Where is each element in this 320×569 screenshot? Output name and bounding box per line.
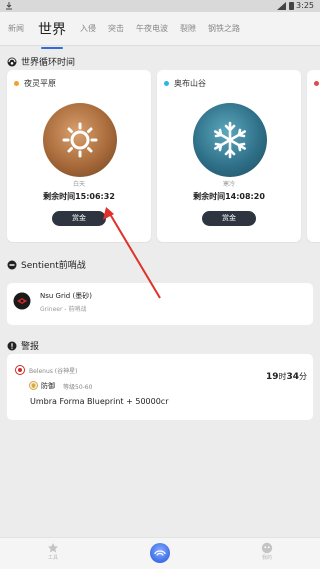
cycle-remaining-time: 剩余时间15:06:32 — [43, 192, 115, 201]
alert-icon — [7, 341, 17, 350]
download-icon — [6, 2, 12, 10]
sentient-title: Sentient前哨战 — [21, 261, 86, 271]
sun-icon — [62, 122, 98, 158]
tab-news[interactable]: 新闻 — [2, 23, 30, 34]
alert-level: 等级50-60 — [63, 384, 93, 391]
nav-tools-label: 工具 — [47, 555, 58, 561]
status-dot — [314, 81, 319, 86]
status-dot — [14, 81, 19, 86]
alerts-header: 警报 — [0, 339, 46, 352]
bounty-button[interactable]: 赏金 — [52, 211, 106, 226]
faction-icon — [15, 365, 25, 375]
sentient-outpost-card[interactable]: Nsu Grid (墨砂) Grineer - 前哨战 — [7, 283, 313, 325]
tab-nightwave[interactable]: 午夜电波 — [130, 23, 174, 34]
battery-icon — [289, 2, 294, 10]
world-cycle-title: 世界循环时间 — [21, 58, 76, 68]
sentient-faction: Grineer - 前哨战 — [40, 306, 87, 313]
grineer-icon — [13, 292, 31, 310]
tab-steel-path[interactable]: 钢铁之路 — [202, 23, 246, 34]
status-dot — [164, 81, 169, 86]
sentient-header: Sentient前哨战 — [0, 258, 93, 271]
status-bar: 3:25 — [0, 0, 320, 12]
sentient-icon — [7, 260, 17, 269]
status-time: 3:25 — [296, 1, 314, 10]
profile-icon — [261, 542, 273, 554]
cycle-card-vallis: 奥布山谷 寒冷 剩余时间14:08:20 赏金 — [157, 70, 301, 242]
alert-hours: 19 — [265, 372, 279, 382]
star-icon — [48, 543, 58, 553]
nav-profile-label: 我的 — [261, 555, 272, 561]
cycle-remaining-time: 剩余时间14:08:20 — [193, 192, 265, 201]
alerts-title: 警报 — [21, 342, 40, 352]
alert-minutes-unit: 分 — [299, 372, 307, 381]
alert-location: Belenus (谷神星) — [29, 368, 78, 375]
cycle-location: 夜灵平原 — [24, 79, 56, 88]
alert-mission: 防御 — [41, 382, 55, 390]
alert-card[interactable]: Belenus (谷神星) 防御 等级50-60 19时34分 Umbra Fo… — [7, 354, 313, 420]
signal-icon — [277, 2, 286, 10]
world-cycle-header: 世界循环时间 — [0, 55, 82, 68]
cycle-state: 白天 — [72, 181, 85, 188]
cycle-location: 奥布山谷 — [174, 79, 206, 88]
world-cycle-icon — [7, 57, 17, 66]
nav-home-button[interactable] — [150, 543, 170, 563]
bottom-nav: 工具 我的 — [0, 537, 320, 569]
home-icon — [154, 550, 166, 556]
nav-profile[interactable]: 我的 — [252, 542, 282, 561]
cycle-card-plains: 夜灵平原 白天 剩余时间15:06:32 赏金 — [7, 70, 151, 242]
sentient-node: Nsu Grid (墨砂) — [40, 292, 92, 300]
tab-invasion[interactable]: 入侵 — [74, 23, 102, 34]
alert-minutes: 34 — [286, 372, 299, 382]
alert-reward: Umbra Forma Blueprint + 50000cr — [30, 397, 169, 406]
bounty-button[interactable]: 赏金 — [202, 211, 256, 226]
tab-world[interactable]: 世界 — [30, 19, 74, 39]
tab-fissures[interactable]: 裂隙 — [174, 23, 202, 34]
tab-sortie[interactable]: 突击 — [102, 23, 130, 34]
cycle-card-cambion: 魔 — [307, 70, 320, 242]
snowflake-icon — [213, 121, 247, 159]
cycle-state: 寒冷 — [222, 181, 235, 188]
day-orb — [43, 103, 117, 177]
top-tab-bar: 新闻 世界 入侵 突击 午夜电波 裂隙 钢铁之路 — [0, 12, 320, 46]
world-cycle-carousel[interactable]: 夜灵平原 白天 剩余时间15:06:32 赏金 奥布山谷 寒冷 剩余时间14:0… — [0, 70, 320, 243]
defense-icon — [29, 381, 38, 390]
nav-tools[interactable]: 工具 — [38, 542, 68, 561]
cold-orb — [193, 103, 267, 177]
alert-timer: 19时34分 — [266, 364, 307, 383]
